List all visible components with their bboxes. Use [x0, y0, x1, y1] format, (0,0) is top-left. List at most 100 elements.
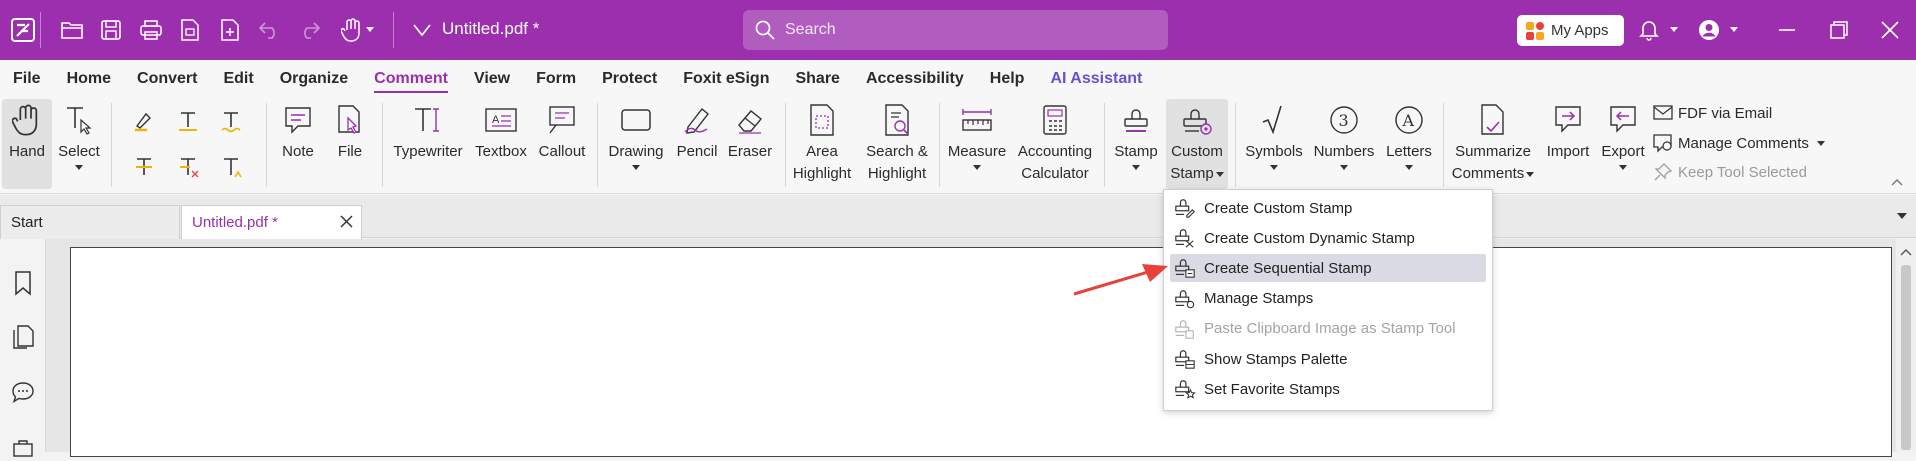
typewriter-button[interactable]: Typewriter — [391, 99, 465, 189]
notification-bell-icon[interactable] — [1632, 13, 1666, 47]
new-document-icon[interactable] — [213, 13, 247, 47]
callout-button[interactable]: Callout — [535, 99, 589, 189]
drawing-button[interactable]: Drawing — [604, 99, 668, 189]
search-highlight-button[interactable]: Search & Highlight — [861, 99, 933, 189]
tab-help[interactable]: Help — [977, 70, 1038, 88]
tab-convert[interactable]: Convert — [124, 70, 210, 88]
fdf-via-email-button[interactable]: FDF via Email — [1652, 101, 1772, 125]
manage-comments-button[interactable]: Manage Comments — [1652, 131, 1825, 155]
tab-start[interactable]: Start — [0, 205, 180, 239]
hand-tool-quick-icon[interactable] — [335, 13, 369, 47]
note-button[interactable]: Note — [277, 99, 319, 189]
menu-item-create-sequential-stamp[interactable]: Create Sequential Stamp — [1170, 254, 1486, 283]
tab-list-chevron-icon[interactable] — [1897, 213, 1907, 219]
summarize-comments-button[interactable]: Summarize Comments — [1450, 99, 1536, 189]
squiggly-text-icon[interactable] — [217, 107, 245, 135]
export-pdf-icon[interactable] — [173, 13, 207, 47]
pencil-button[interactable]: Pencil — [672, 99, 722, 189]
hand-tool-button[interactable]: Hand — [2, 99, 52, 189]
tab-form[interactable]: Form — [523, 70, 589, 88]
bookmark-icon[interactable] — [10, 270, 36, 296]
chevron-down-icon[interactable] — [632, 165, 640, 170]
chevron-down-icon[interactable] — [973, 165, 981, 170]
open-folder-icon[interactable] — [55, 13, 89, 47]
tab-file[interactable]: File — [0, 70, 54, 88]
menu-item-create-custom-dynamic-stamp[interactable]: Create Custom Dynamic Stamp — [1170, 224, 1486, 252]
chevron-down-icon[interactable] — [1526, 171, 1535, 177]
accounting-calculator-button[interactable]: Accounting Calculator — [1014, 99, 1096, 189]
menu-item-paste-clipboard-image-as-stamp-tool[interactable]: Paste Clipboard Image as Stamp Tool — [1170, 315, 1486, 343]
chevron-down-icon[interactable] — [1816, 140, 1825, 146]
eraser-button[interactable]: Eraser — [724, 99, 776, 189]
close-window-icon[interactable] — [1873, 13, 1907, 47]
pdf-page[interactable] — [70, 247, 1892, 457]
keep-tool-selected-button[interactable]: Keep Tool Selected — [1652, 160, 1807, 184]
my-apps-button[interactable]: My Apps — [1517, 15, 1624, 46]
ribbon-tabs: File Home Convert Edit Organize Comment View Fo… — [0, 60, 1916, 97]
tab-accessibility[interactable]: Accessibility — [853, 70, 977, 88]
chevron-down-icon[interactable] — [1132, 165, 1140, 170]
tab-organize[interactable]: Organize — [267, 70, 361, 88]
chevron-down-icon[interactable] — [1730, 27, 1738, 32]
user-account-icon[interactable] — [1692, 13, 1726, 47]
chevron-down-icon[interactable] — [1270, 165, 1278, 170]
undo-icon[interactable] — [253, 13, 287, 47]
chevron-down-icon[interactable] — [366, 27, 374, 32]
export-button[interactable]: Export — [1598, 99, 1648, 189]
search-box[interactable]: Search — [743, 10, 1168, 50]
tab-share[interactable]: Share — [782, 70, 852, 88]
custom-stamp-label-2-row: Stamp — [1170, 163, 1224, 185]
attachments-icon[interactable] — [10, 435, 36, 461]
tab-edit[interactable]: Edit — [210, 70, 266, 88]
import-button[interactable]: Import — [1542, 99, 1594, 189]
vertical-scrollbar[interactable] — [1896, 239, 1916, 452]
textbox-button[interactable]: A Textbox — [472, 99, 530, 189]
menu-item-set-favorite-stamps[interactable]: Set Favorite Stamps — [1170, 375, 1486, 403]
highlight-icon[interactable] — [130, 107, 158, 135]
restore-icon[interactable] — [1822, 13, 1856, 47]
menu-item-show-stamps-palette[interactable]: Show Stamps Palette — [1170, 345, 1486, 373]
stamp-button[interactable]: Stamp — [1110, 99, 1162, 189]
strikeout-icon[interactable] — [130, 153, 158, 181]
tab-comment[interactable]: Comment — [361, 70, 461, 93]
close-tab-icon[interactable] — [340, 215, 353, 228]
file-attachment-button[interactable]: File — [329, 99, 371, 189]
minimize-icon[interactable] — [1770, 13, 1804, 47]
letters-button[interactable]: A Letters — [1382, 99, 1436, 189]
insert-text-icon[interactable] — [217, 153, 245, 181]
collapse-ribbon-icon[interactable] — [1890, 177, 1904, 187]
tab-home[interactable]: Home — [54, 70, 124, 88]
custom-stamp-button[interactable]: Custom Stamp — [1166, 99, 1228, 189]
symbols-button[interactable]: Symbols — [1242, 99, 1306, 189]
redo-icon[interactable] — [292, 13, 326, 47]
file-label: File — [337, 143, 363, 160]
chevron-down-icon[interactable] — [1340, 165, 1348, 170]
tab-view[interactable]: View — [461, 70, 523, 88]
underline-text-icon[interactable] — [174, 107, 202, 135]
save-icon[interactable] — [94, 13, 128, 47]
chevron-down-icon[interactable] — [1670, 27, 1678, 32]
search-icon — [755, 20, 775, 40]
customize-toolbar-icon[interactable] — [405, 13, 439, 47]
scrollbar-thumb[interactable] — [1901, 265, 1911, 450]
replace-text-icon[interactable] — [174, 153, 202, 181]
divider — [785, 103, 786, 187]
chevron-down-icon[interactable] — [1215, 171, 1224, 177]
numbers-button[interactable]: 3 Numbers — [1310, 99, 1378, 189]
menu-item-label: Paste Clipboard Image as Stamp Tool — [1204, 320, 1456, 338]
menu-item-create-custom-stamp[interactable]: Create Custom Stamp — [1170, 194, 1486, 222]
menu-item-manage-stamps[interactable]: Manage Stamps — [1170, 285, 1486, 313]
chevron-down-icon[interactable] — [1619, 165, 1627, 170]
tab-foxit-esign[interactable]: Foxit eSign — [670, 70, 782, 88]
pages-icon[interactable] — [10, 324, 36, 350]
measure-button[interactable]: Measure — [945, 99, 1009, 189]
area-highlight-button[interactable]: Area Highlight — [789, 99, 855, 189]
tab-untitled-pdf[interactable]: Untitled.pdf * — [181, 205, 362, 239]
tab-ai-assistant[interactable]: AI Assistant — [1037, 70, 1155, 88]
print-icon[interactable] — [134, 13, 168, 47]
chevron-down-icon[interactable] — [75, 165, 83, 170]
tab-protect[interactable]: Protect — [589, 70, 670, 88]
comments-panel-icon[interactable] — [10, 379, 36, 405]
select-tool-button[interactable]: Select — [56, 99, 102, 189]
chevron-down-icon[interactable] — [1405, 165, 1413, 170]
